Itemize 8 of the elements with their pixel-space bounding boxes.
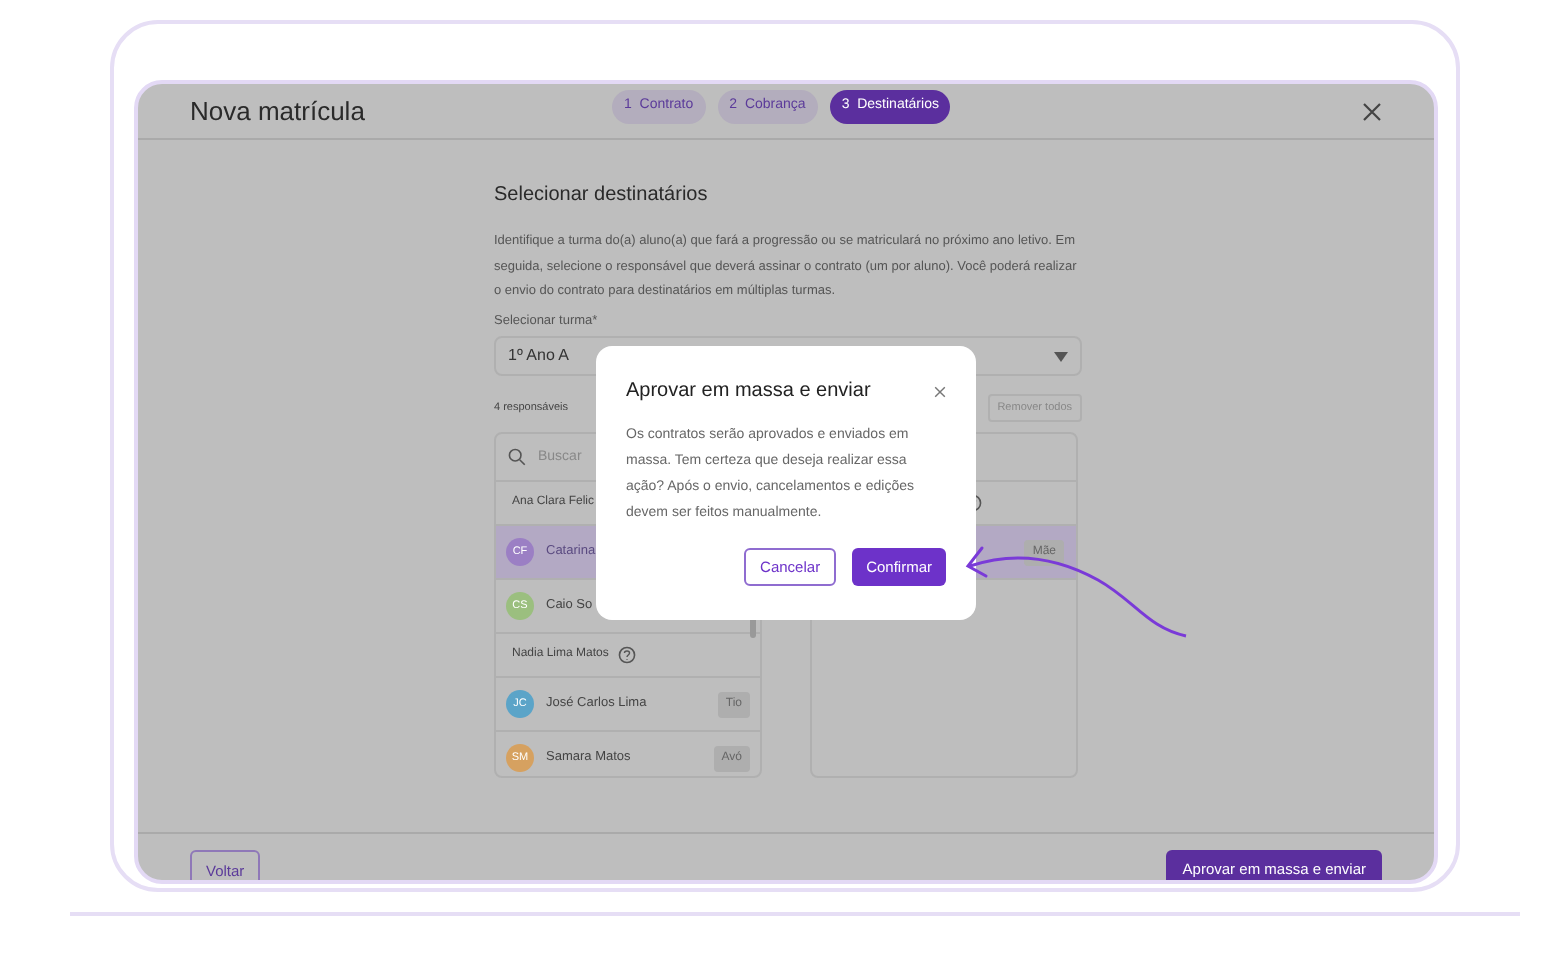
dropdown-caret-icon [1054,351,1068,362]
help-icon [618,646,637,665]
close-icon[interactable] [1362,101,1382,121]
dialog-title: Aprovar em massa e enviar [626,378,871,406]
search-icon [508,448,526,467]
page-title: Nova matrícula [190,93,365,130]
section-title: Selecionar destinatários [494,182,710,210]
close-icon[interactable] [934,385,946,397]
